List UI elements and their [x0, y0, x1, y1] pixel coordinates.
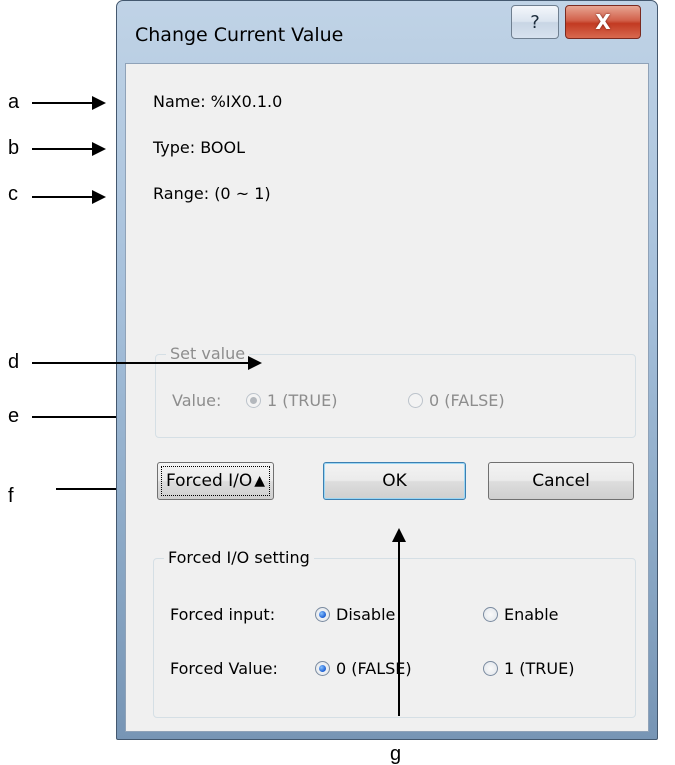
- annotation-e: e: [8, 405, 20, 427]
- forced-input-disable-radio[interactable]: [315, 607, 330, 622]
- forced-io-button[interactable]: Forced I/O ▲: [157, 462, 274, 500]
- annotation-c: c: [8, 183, 18, 205]
- forced-value-false-label: 0 (FALSE): [336, 659, 412, 678]
- value-true-radio[interactable]: [246, 393, 261, 408]
- forced-value-true-radio[interactable]: [483, 661, 498, 676]
- forced-input-disable-label: Disable: [336, 605, 396, 624]
- arrow-a: [32, 96, 106, 110]
- value-true-option[interactable]: 1 (TRUE): [246, 391, 337, 410]
- arrow-g: [392, 528, 406, 716]
- forced-value-false-radio[interactable]: [315, 661, 330, 676]
- forced-io-setting-group: Forced I/O setting Forced input: Disable…: [153, 548, 636, 718]
- close-icon: X: [595, 10, 611, 34]
- annotation-f: f: [8, 485, 14, 507]
- value-false-radio[interactable]: [408, 393, 423, 408]
- forced-value-true-option[interactable]: 1 (TRUE): [483, 659, 574, 678]
- variable-name: Name: %IX0.1.0: [153, 92, 283, 111]
- forced-io-setting-group-label: Forced I/O setting: [164, 548, 314, 567]
- close-button[interactable]: X: [565, 5, 641, 39]
- cancel-button-label: Cancel: [532, 471, 590, 491]
- title-bar[interactable]: Change Current Value ? X: [117, 1, 657, 63]
- annotation-a: a: [8, 91, 20, 113]
- annotation-g: g: [390, 743, 402, 765]
- set-value-group-label: Set value: [166, 344, 250, 363]
- cancel-button[interactable]: Cancel: [488, 462, 634, 500]
- dialog-client-area: Name: %IX0.1.0 Type: BOOL Range: (0 ~ 1)…: [125, 63, 649, 732]
- forced-input-enable-label: Enable: [504, 605, 559, 624]
- annotation-d: d: [8, 351, 20, 373]
- forced-io-button-label: Forced I/O: [165, 471, 253, 491]
- arrow-c: [32, 190, 106, 204]
- value-false-option[interactable]: 0 (FALSE): [408, 391, 505, 410]
- forced-input-enable-radio[interactable]: [483, 607, 498, 622]
- forced-input-label: Forced input:: [170, 605, 276, 624]
- set-value-group: Set value Value: 1 (TRUE) 0 (FALSE): [155, 344, 636, 438]
- forced-value-true-label: 1 (TRUE): [504, 659, 575, 678]
- dialog-title: Change Current Value: [135, 24, 344, 46]
- forced-input-disable-option[interactable]: Disable: [315, 605, 395, 624]
- expand-up-icon: ▲: [254, 473, 266, 489]
- ok-button[interactable]: OK: [323, 462, 466, 500]
- value-false-label: 0 (FALSE): [429, 391, 505, 410]
- arrow-d: [32, 356, 262, 370]
- help-icon: ?: [530, 11, 540, 33]
- forced-input-enable-option[interactable]: Enable: [483, 605, 559, 624]
- change-current-value-dialog: Change Current Value ? X Name: %IX0.1.0 …: [116, 0, 658, 740]
- value-label: Value:: [172, 391, 222, 410]
- value-true-label: 1 (TRUE): [267, 391, 338, 410]
- variable-range: Range: (0 ~ 1): [153, 184, 271, 203]
- ok-button-label: OK: [382, 471, 407, 491]
- forced-value-label: Forced Value:: [170, 659, 278, 678]
- variable-type: Type: BOOL: [153, 138, 246, 157]
- annotation-b: b: [8, 137, 20, 159]
- arrow-b: [32, 142, 106, 156]
- help-button[interactable]: ?: [511, 5, 559, 39]
